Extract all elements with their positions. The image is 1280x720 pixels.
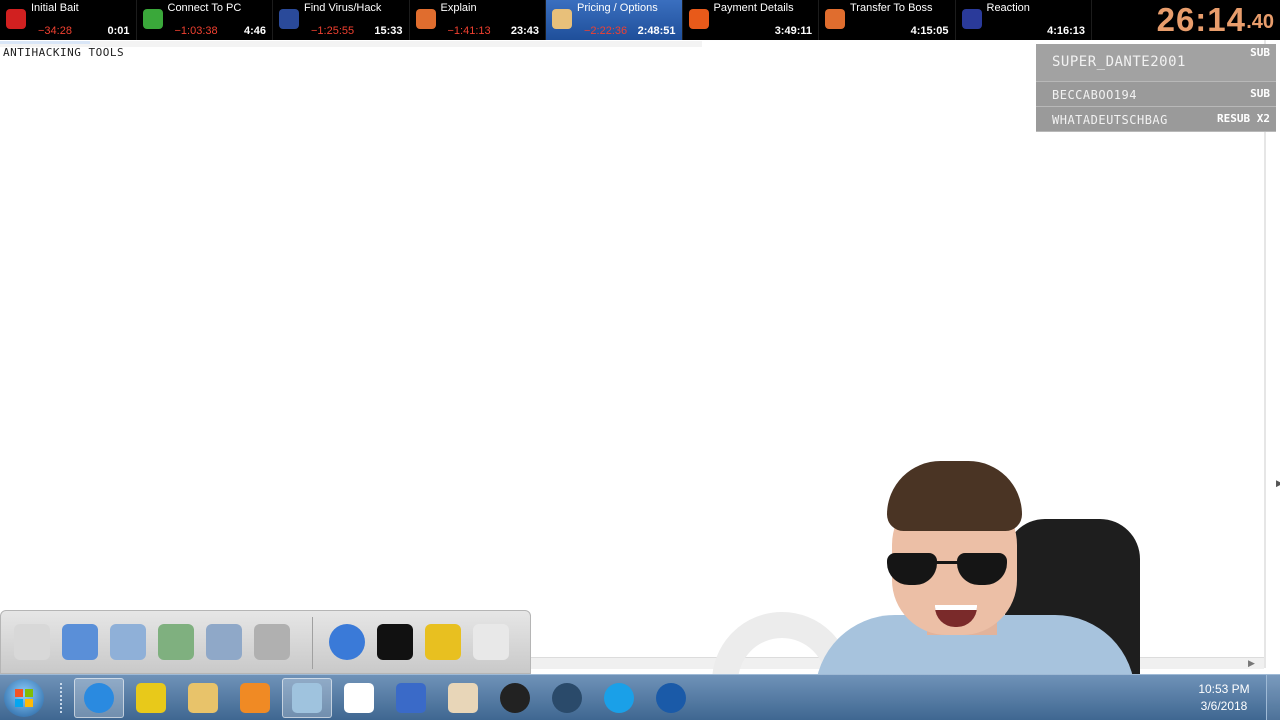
split-delta: −34:28 [38, 25, 72, 37]
support-assist-icon[interactable] [542, 678, 592, 718]
alert-row: WHATADEUTSCHBAG RESUB X2 [1036, 107, 1276, 132]
split-delta: −1:41:13 [447, 25, 491, 37]
skype-icon[interactable] [594, 678, 644, 718]
split-name: Transfer To Boss [850, 2, 933, 14]
hair [887, 461, 1022, 531]
application-dock [0, 610, 531, 674]
transfer-icon [825, 9, 845, 29]
hammer-icon[interactable] [422, 619, 464, 665]
split-delta: −1:25:55 [311, 25, 355, 37]
dell-icon[interactable] [490, 678, 540, 718]
alert-tag: RESUB X2 [1217, 112, 1270, 125]
split-time: 15:33 [374, 25, 403, 37]
split-name: Find Virus/Hack [304, 2, 382, 14]
split-segment: Reaction 4:16:13 [956, 0, 1092, 40]
split-segment: Explain −1:41:13 23:43 [410, 0, 546, 40]
alert-username: SUPER_DANTE2001 [1052, 54, 1186, 70]
split-delta: −1:03:38 [174, 25, 218, 37]
split-name: Initial Bait [31, 2, 79, 14]
computer-icon[interactable] [11, 619, 53, 665]
window-right-edge [1264, 40, 1266, 668]
media-player-icon[interactable] [230, 678, 280, 718]
virus-icon [279, 9, 299, 29]
taskbar: 10:53 PM 3/6/2018 [0, 674, 1280, 720]
split-delta: −2:22:36 [584, 25, 628, 37]
pdf-icon[interactable] [126, 678, 176, 718]
split-time: 2:48:51 [637, 25, 676, 37]
network-folder-icon[interactable] [203, 619, 245, 665]
alert-username: BECCABOO194 [1052, 88, 1137, 102]
split-time: 0:01 [107, 25, 130, 37]
subscriber-alerts: SUPER_DANTE2001 SUB BECCABOO194 SUB WHAT… [1036, 44, 1276, 132]
globe-icon[interactable] [326, 619, 368, 665]
split-name: Pricing / Options [577, 2, 658, 14]
screen: Initial Bait −34:28 0:01 Connect To PC −1:03… [0, 0, 1280, 720]
taskbar-grip[interactable] [60, 683, 64, 713]
shield-icon [142, 9, 163, 29]
split-name: Reaction [986, 2, 1030, 14]
presentation-icon [415, 9, 436, 29]
red-box-icon [6, 9, 26, 29]
alert-row: BECCABOO194 SUB [1036, 82, 1276, 107]
clock-time: 10:53 PM [1198, 682, 1250, 696]
mahjong-icon[interactable] [438, 678, 488, 718]
split-time: 23:43 [510, 25, 539, 37]
start-button[interactable] [4, 679, 44, 717]
scroll-right-arrow-icon[interactable]: ▶ [1276, 478, 1280, 490]
documents-folder-icon[interactable] [107, 619, 149, 665]
book-search-icon[interactable] [386, 678, 436, 718]
split-name: Connect To PC [167, 2, 242, 14]
recycle-bin-icon[interactable] [470, 619, 512, 665]
folder-icon[interactable] [178, 678, 228, 718]
split-segment: Initial Bait −34:28 0:01 [0, 0, 137, 40]
tools-icon[interactable] [251, 619, 293, 665]
document-text[interactable]: ANTIHACKING TOOLS [3, 46, 124, 59]
network-globe-icon[interactable] [59, 619, 101, 665]
solitaire-icon[interactable] [334, 678, 384, 718]
split-name: Payment Details [713, 2, 794, 14]
hand-money-icon [552, 9, 572, 29]
speedrun-timer: 26:14 .40 [1096, 0, 1280, 40]
scroll-right-icon[interactable]: ▶ [1248, 658, 1255, 669]
split-segment: Payment Details 3:49:11 [683, 0, 819, 40]
timer-main: 26:14 [1156, 1, 1246, 38]
clock-date: 3/6/2018 [1200, 699, 1248, 713]
notepad-icon[interactable] [282, 678, 332, 718]
alert-username: WHATADEUTSCHBAG [1052, 113, 1168, 127]
internet-explorer-icon[interactable] [74, 678, 124, 718]
show-desktop-button[interactable] [1266, 675, 1280, 720]
split-time: 4:46 [243, 25, 266, 37]
split-segment: Pricing / Options −2:22:36 2:48:51 [546, 0, 683, 40]
system-clock[interactable]: 10:53 PM 3/6/2018 [1192, 681, 1256, 715]
dock-separator [312, 617, 313, 669]
windows-logo-icon [15, 689, 33, 707]
tshirt-icon[interactable] [374, 619, 416, 665]
fire-icon [688, 9, 709, 29]
split-time: 4:16:13 [1047, 25, 1085, 37]
split-time: 4:15:05 [910, 25, 949, 37]
split-segment: Find Virus/Hack −1:25:55 15:33 [273, 0, 410, 40]
alert-tag: SUB [1250, 46, 1270, 59]
face-icon [961, 9, 982, 29]
split-segment: Connect To PC −1:03:38 4:46 [137, 0, 273, 40]
alert-tag: SUB [1250, 87, 1270, 100]
sunglasses [887, 553, 1007, 589]
earth-icon[interactable] [646, 678, 696, 718]
speedrun-splits-bar: Initial Bait −34:28 0:01 Connect To PC −1:03… [0, 0, 1280, 40]
split-time: 3:49:11 [774, 25, 812, 37]
shared-folder-icon[interactable] [155, 619, 197, 665]
timer-milliseconds: .40 [1246, 11, 1274, 33]
split-name: Explain [440, 2, 477, 14]
alert-row: SUPER_DANTE2001 SUB [1036, 44, 1276, 82]
split-segment: Transfer To Boss 4:15:05 [819, 0, 956, 40]
